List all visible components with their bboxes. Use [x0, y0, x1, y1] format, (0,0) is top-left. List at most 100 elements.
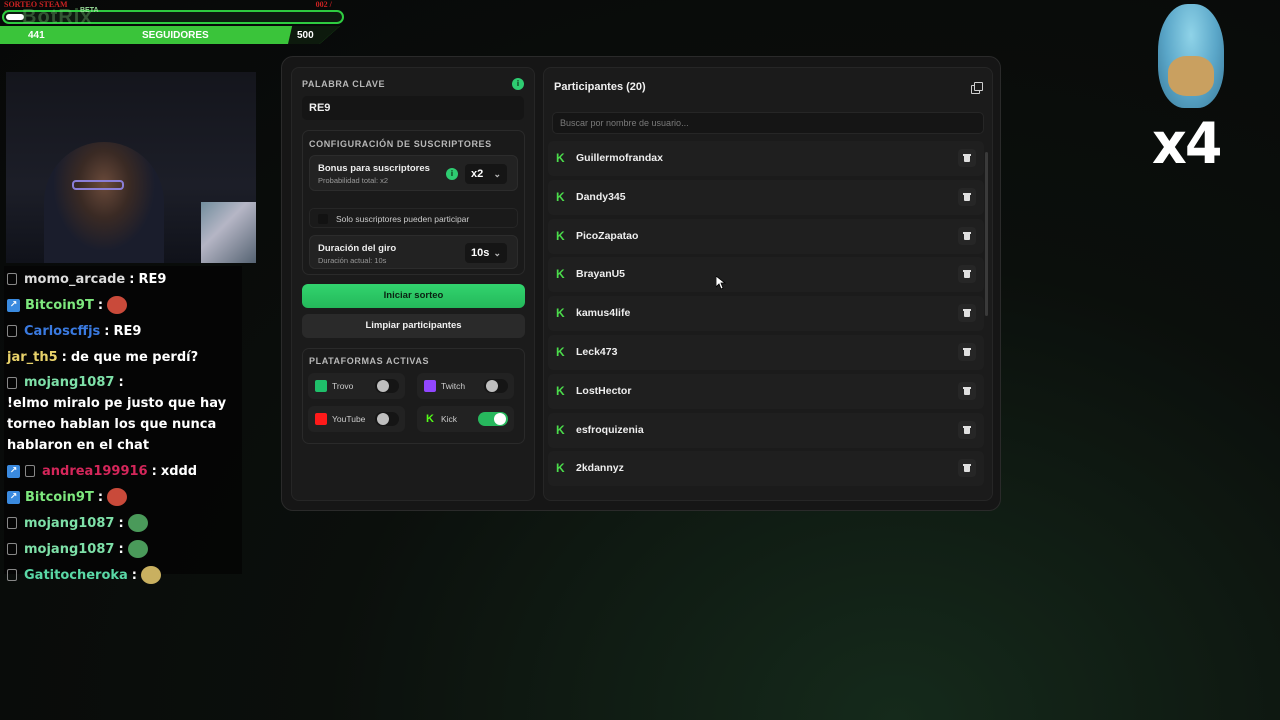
youtube-icon: [315, 413, 327, 425]
platform-toggle[interactable]: [484, 379, 508, 393]
only-subs-checkbox[interactable]: [318, 214, 328, 224]
subscriber-config: CONFIGURACIÓN DE SUSCRIPTORES Bonus para…: [302, 130, 525, 275]
trash-icon[interactable]: [958, 420, 976, 439]
chat-username[interactable]: Carloscffjs: [24, 321, 100, 342]
trash-icon[interactable]: [958, 187, 976, 206]
glasses: [72, 180, 124, 190]
multiplier-text: x4: [1152, 110, 1222, 177]
chat-separator: :: [131, 567, 137, 583]
kick-icon: K: [556, 189, 565, 204]
spin-duration-value: 10s: [471, 247, 490, 259]
copy-icon[interactable]: [968, 79, 984, 95]
participant-name: esfroquizenia: [576, 423, 644, 436]
trash-icon[interactable]: [958, 342, 976, 361]
toggle-knob: [377, 380, 389, 392]
chat-username[interactable]: mojang1087: [24, 372, 114, 393]
participant-name: LostHector: [576, 384, 632, 397]
participant-row: K Dandy345: [548, 179, 984, 215]
participant-row: K PicoZapatao: [548, 218, 984, 254]
platform-toggle[interactable]: [375, 379, 399, 393]
chat-message: mojang1087:: [4, 510, 242, 536]
start-raffle-button[interactable]: Iniciar sorteo: [302, 284, 525, 308]
bonus-info-icon[interactable]: i: [446, 168, 458, 180]
webcam-feed: [6, 72, 256, 263]
emote-icon: [107, 296, 128, 314]
chat-text: !elmo miralo pe justo que hay torneo hab…: [7, 396, 227, 453]
trovo-icon: [315, 380, 327, 392]
kick-icon: K: [556, 344, 565, 359]
spin-duration-subtitle: Duración actual: 10s: [318, 256, 387, 265]
platform-toggle[interactable]: [478, 412, 508, 426]
chevron-down-icon: ⌄: [493, 248, 501, 258]
subscriber-config-title: CONFIGURACIÓN DE SUSCRIPTORES: [309, 139, 492, 149]
clear-participants-button[interactable]: Limpiar participantes: [302, 314, 525, 338]
platform-twitch: Twitch: [417, 373, 514, 399]
emote-icon: [107, 488, 128, 506]
chat-username[interactable]: mojang1087: [24, 539, 114, 560]
chat-username[interactable]: Bitcoin9T: [25, 295, 94, 316]
chat-username[interactable]: jar_th5: [7, 347, 58, 368]
participant-name: 2kdannyz: [576, 462, 624, 475]
settings-panel: PALABRA CLAVE i RE9 CONFIGURACIÓN DE SUS…: [291, 67, 535, 501]
bonus-title: Bonus para suscriptores: [318, 163, 430, 174]
info-icon[interactable]: i: [512, 78, 524, 90]
goal-stats: 441 SEGUIDORES 500: [0, 26, 340, 44]
chat-overlay: momo_arcade: RE9 ↗ Bitcoin9T: Carloscffjs: RE…: [4, 266, 242, 584]
trash-icon[interactable]: [958, 226, 976, 245]
subscriber-badge-icon: [7, 517, 17, 529]
platform-toggle[interactable]: [375, 412, 399, 426]
bonus-select-value: x2: [471, 168, 484, 180]
chevron-down-icon: ⌄: [493, 169, 501, 179]
chat-username[interactable]: Bitcoin9T: [25, 487, 94, 508]
streamer: [44, 142, 164, 263]
trash-icon[interactable]: [958, 459, 976, 478]
chat-separator: :: [129, 271, 135, 287]
keyword-input[interactable]: RE9: [302, 96, 524, 120]
spin-duration-card: Duración del giro Duración actual: 10s 1…: [309, 235, 518, 269]
participant-name: Guillermofrandax: [576, 152, 663, 164]
spin-duration-select[interactable]: 10s ⌄: [465, 243, 507, 263]
chat-separator: :: [151, 463, 157, 479]
trash-icon[interactable]: [958, 265, 976, 284]
bonus-select[interactable]: x2 ⌄: [465, 164, 507, 184]
scrollbar[interactable]: [985, 152, 988, 316]
only-subs-checkbox-row[interactable]: Solo suscriptores pueden participar: [309, 208, 518, 228]
chat-username[interactable]: andrea199916: [42, 461, 148, 482]
goal-max-bg: [288, 26, 340, 44]
chat-username[interactable]: momo_arcade: [24, 269, 125, 290]
toggle-knob: [494, 413, 506, 425]
trash-icon[interactable]: [958, 149, 976, 167]
trash-icon[interactable]: [958, 381, 976, 400]
spin-duration-title: Duración del giro: [318, 243, 397, 254]
chat-text: RE9: [113, 323, 142, 339]
chat-username[interactable]: mojang1087: [24, 513, 114, 534]
mouse-cursor-icon: [716, 276, 726, 290]
chat-text: xddd: [160, 463, 198, 479]
platforms-title: PLATAFORMAS ACTIVAS: [309, 356, 430, 366]
chat-separator: :: [118, 515, 124, 531]
toggle-knob: [486, 380, 498, 392]
participant-name: PicoZapatao: [576, 229, 639, 242]
kick-icon: K: [556, 422, 565, 437]
goal-label: SEGUIDORES: [142, 29, 209, 41]
twitch-icon: [424, 380, 436, 392]
trash-icon[interactable]: [958, 304, 976, 323]
search-input[interactable]: [552, 112, 984, 134]
kick-icon: K: [556, 151, 565, 165]
participants-list: K Guillermofrandax K Dandy345 K PicoZapatao K B…: [548, 141, 984, 500]
bonus-card: Bonus para suscriptores Probabilidad tot…: [309, 155, 518, 191]
goal-count: 002 / 10000: [315, 0, 336, 18]
platform-name: YouTube: [332, 414, 366, 424]
squirtle-mascot: x4: [1150, 4, 1230, 177]
participant-name: kamus4life: [576, 307, 631, 320]
participant-name: Dandy345: [576, 190, 626, 203]
chat-text: RE9: [138, 271, 167, 287]
chat-message: momo_arcade: RE9: [4, 266, 242, 292]
subscriber-badge-icon: [7, 569, 17, 581]
chat-username[interactable]: Gatitocheroka: [24, 565, 128, 586]
participant-row: Kesfroquizenia: [548, 412, 984, 448]
goal-current: 441: [28, 29, 45, 41]
subscriber-badge-icon: [25, 465, 35, 477]
participant-row: K Guillermofrandax: [548, 141, 984, 176]
participant-name: BrayanU5: [576, 268, 626, 281]
